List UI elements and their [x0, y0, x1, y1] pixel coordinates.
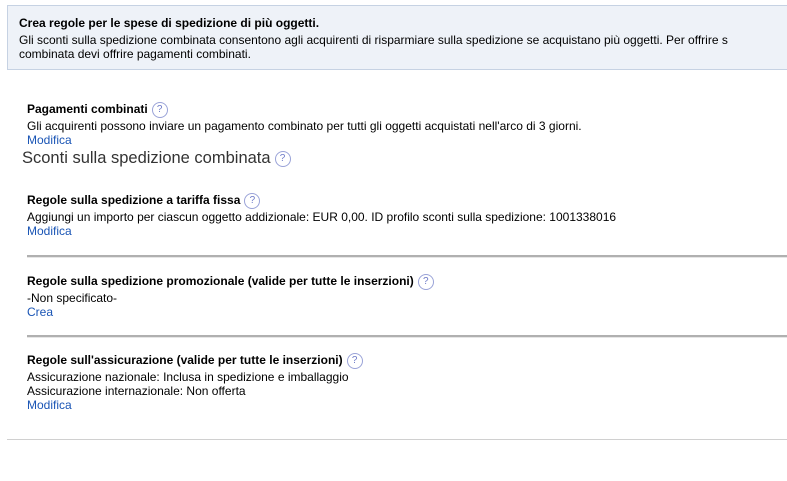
promotional-description: -Non specificato-: [27, 291, 118, 305]
insurance-section: Regole sull'assicurazione (valide per tu…: [27, 353, 363, 412]
info-banner: Crea regole per le spese di spedizione d…: [7, 5, 787, 70]
section-divider: [27, 335, 787, 338]
help-icon[interactable]: ?: [417, 274, 434, 290]
promotional-title: Regole sulla spedizione promozionale (va…: [27, 274, 414, 289]
combined-payments-title: Pagamenti combinati: [27, 102, 148, 117]
combined-discounts-heading: Sconti sulla spedizione combinata?: [22, 149, 291, 168]
flat-rate-description: Aggiungi un importo per ciascun oggetto …: [27, 210, 617, 224]
flat-rate-edit-link[interactable]: Modifica: [27, 224, 616, 238]
insurance-domestic: Assicurazione nazionale: Inclusa in sped…: [27, 370, 349, 384]
section-divider: [27, 255, 787, 258]
combined-discounts-title: Sconti sulla spedizione combinata: [22, 149, 271, 167]
insurance-international: Assicurazione internazionale: Non offert…: [27, 384, 246, 398]
help-icon[interactable]: ?: [274, 150, 291, 167]
insurance-edit-link[interactable]: Modifica: [27, 398, 363, 412]
flat-rate-title: Regole sulla spedizione a tariffa fissa: [27, 193, 241, 208]
combined-payments-description: Gli acquirenti possono inviare un pagame…: [27, 119, 582, 133]
banner-text-line-2: combinata devi offrire pagamenti combina…: [19, 47, 251, 61]
banner-title: Crea regole per le spese di spedizione d…: [19, 16, 320, 30]
promotional-create-link[interactable]: Crea: [27, 305, 434, 319]
combined-payments-edit-link[interactable]: Modifica: [27, 133, 582, 147]
help-icon[interactable]: ?: [244, 193, 261, 209]
bottom-divider: [7, 439, 787, 440]
help-icon[interactable]: ?: [151, 102, 168, 118]
combined-payments-section: Pagamenti combinati? Gli acquirenti poss…: [27, 102, 582, 147]
insurance-title: Regole sull'assicurazione (valide per tu…: [27, 353, 343, 368]
banner-text-line-1: Gli sconti sulla spedizione combinata co…: [19, 33, 728, 47]
promotional-section: Regole sulla spedizione promozionale (va…: [27, 274, 434, 319]
help-icon[interactable]: ?: [346, 353, 363, 369]
flat-rate-section: Regole sulla spedizione a tariffa fissa?…: [27, 193, 616, 238]
